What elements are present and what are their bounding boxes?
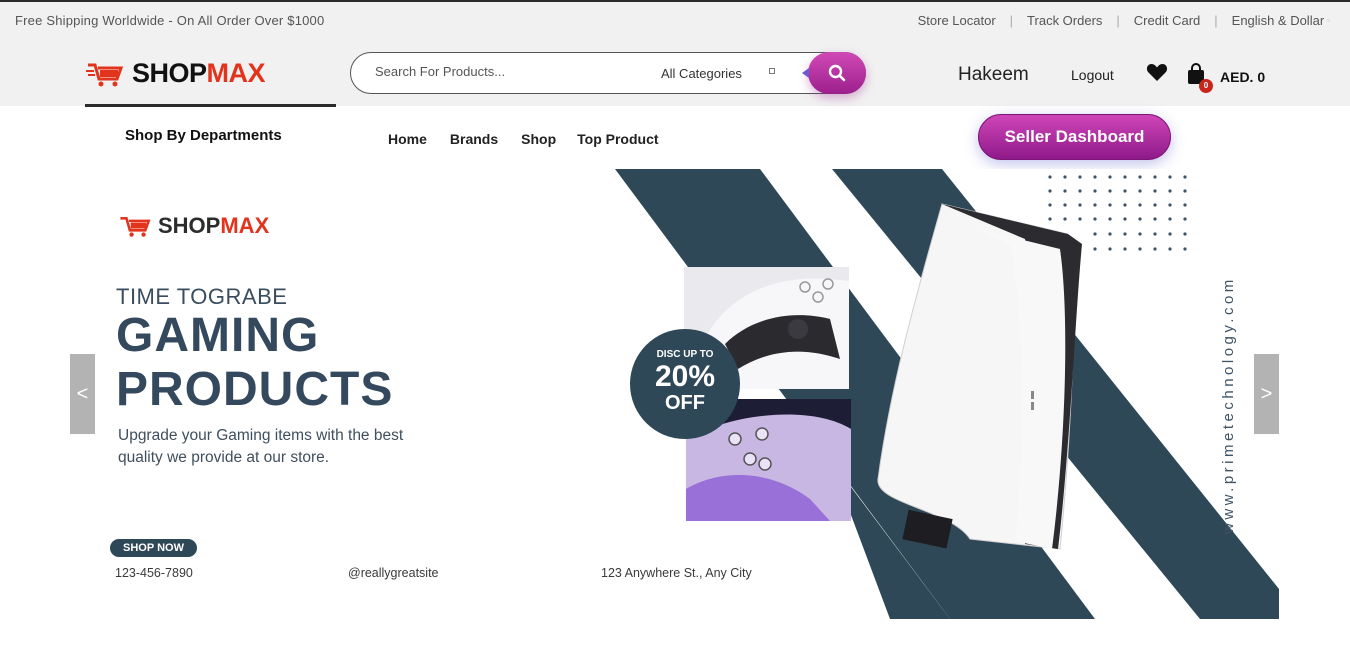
banner-phone: 123-456-7890 xyxy=(115,566,193,580)
discount-badge: DISC UP TO 20% OFF xyxy=(630,329,740,439)
logo-text-max: MAX xyxy=(206,58,266,88)
credit-card-link[interactable]: Credit Card xyxy=(1134,13,1200,28)
banner-headline-line2: PRODUCTS xyxy=(116,363,394,416)
banner-desc-line2: quality we provide at our store. xyxy=(118,449,330,466)
carousel-next-button[interactable]: > xyxy=(1254,354,1279,434)
banner-social: @reallygreatsite xyxy=(348,566,439,580)
cart-logo-icon xyxy=(86,63,124,86)
banner-subtitle: TIME TOGRABE xyxy=(116,284,288,309)
divider: | xyxy=(1009,13,1014,28)
promo-text: Free Shipping Worldwide - On All Order O… xyxy=(15,13,325,28)
search-bar: All Categories xyxy=(350,52,866,94)
chevron-down-icon: ▫ xyxy=(1327,16,1330,25)
search-input[interactable] xyxy=(375,64,645,79)
banner-logo-shop: SHOP xyxy=(158,213,221,238)
site-logo[interactable]: SHOP MAX xyxy=(86,58,266,89)
banner-address: 123 Anywhere St., Any City xyxy=(601,566,752,580)
discount-line3: OFF xyxy=(665,392,705,414)
banner-description: Upgrade your Gaming items with the best … xyxy=(118,425,403,469)
nav-brands[interactable]: Brands xyxy=(450,131,498,147)
heart-icon[interactable] xyxy=(1146,62,1168,82)
banner-headline-line1: GAMING xyxy=(116,309,320,362)
banner-logo: SHOP MAX xyxy=(118,213,269,239)
top-links: Store Locator | Track Orders | Credit Ca… xyxy=(918,13,1330,28)
departments-underline xyxy=(85,104,336,107)
track-orders-link[interactable]: Track Orders xyxy=(1027,13,1102,28)
store-locator-link[interactable]: Store Locator xyxy=(918,13,996,28)
nav-top-product[interactable]: Top Product xyxy=(577,131,658,147)
discount-line1: DISC UP TO xyxy=(656,349,714,360)
banner-logo-max: MAX xyxy=(220,213,270,238)
discount-line2: 20% xyxy=(654,360,716,393)
hero-banner[interactable]: SHOP MAX TIME TOGRABE GAMING PRODUCTS Upg… xyxy=(70,169,1279,619)
search-button[interactable] xyxy=(802,52,866,94)
chevron-down-icon xyxy=(769,68,775,74)
divider: | xyxy=(1214,13,1218,28)
seller-dashboard-button[interactable]: Seller Dashboard xyxy=(978,114,1171,160)
banner-desc-line1: Upgrade your Gaming items with the best xyxy=(118,427,404,444)
language-currency-selector[interactable]: English & Dollar xyxy=(1232,13,1325,28)
category-select[interactable]: All Categories xyxy=(661,66,742,81)
logout-link[interactable]: Logout xyxy=(1071,67,1114,83)
logo-text-shop: SHOP xyxy=(132,58,207,88)
main-nav: Home Brands Shop Top Product xyxy=(388,131,682,147)
user-name[interactable]: Hakeem xyxy=(958,64,1029,86)
cart-count-badge: 0 xyxy=(1199,79,1213,93)
cart-logo-icon xyxy=(120,217,151,237)
banner-headline: GAMING PRODUCTS xyxy=(116,309,393,417)
banner-website: www.primetechnology.com xyxy=(1220,276,1237,534)
nav-home[interactable]: Home xyxy=(388,131,427,147)
carousel-prev-button[interactable]: < xyxy=(70,354,95,434)
nav-shop[interactable]: Shop xyxy=(521,131,556,147)
cart-total[interactable]: AED. 0 xyxy=(1220,69,1265,85)
shop-now-button[interactable]: SHOP NOW xyxy=(110,539,197,557)
shop-by-departments[interactable]: Shop By Departments xyxy=(125,127,282,144)
search-icon xyxy=(828,64,846,82)
divider: | xyxy=(1116,13,1120,28)
